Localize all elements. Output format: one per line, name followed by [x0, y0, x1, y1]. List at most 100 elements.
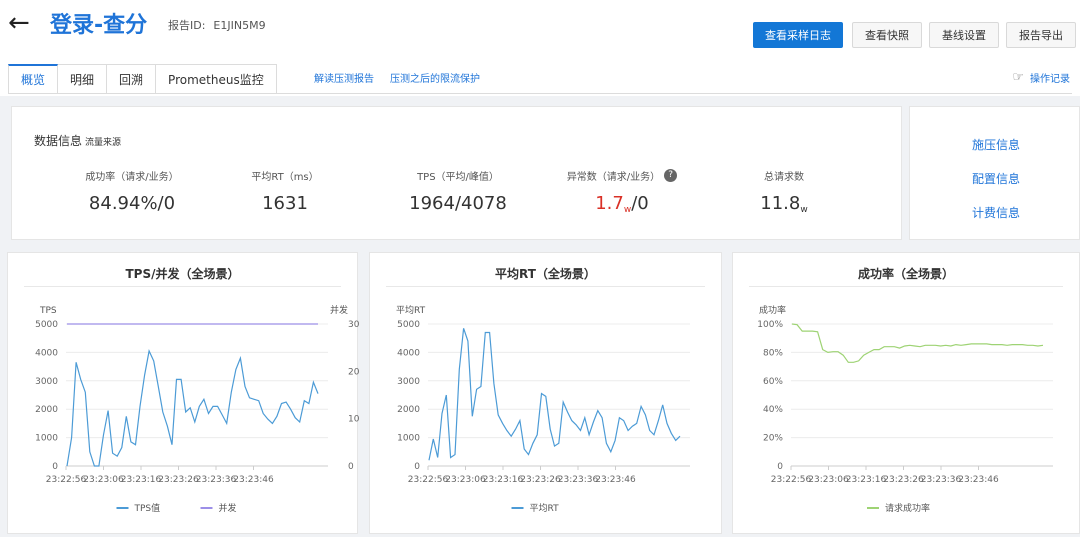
summary-panel: 数据信息 流量来源 成功率（请求/业务） 84.94%/0 平均RT（ms） 16…: [11, 106, 902, 240]
page-title: 登录-查分: [50, 13, 148, 38]
y2-tick-label: 3000: [348, 320, 359, 330]
top-header: ← 登录-查分 报告ID: E1JIN5M9 查看采样日志 查看快照 基线设置 报…: [0, 0, 1080, 96]
tps-chart-panel: TPS/并发（全场景） 010002000300040005000TPS0100…: [7, 252, 359, 534]
rt-chart: 0 1000 2000 3000 4000 5000 平均RT 23:22:5623:23:0…: [396, 304, 690, 514]
tps-value: 1964/4078: [409, 193, 507, 214]
view-sampling-log-button[interactable]: 查看采样日志: [753, 22, 843, 48]
export-report-button[interactable]: 报告导出: [1006, 22, 1076, 48]
tab-trace-back[interactable]: 回溯: [107, 64, 157, 94]
x-tick-label: 23:23:26: [883, 475, 924, 485]
y2-tick-label: 2000: [348, 367, 359, 377]
back-arrow-icon[interactable]: ←: [8, 8, 30, 38]
error-count-main: 1.7: [595, 193, 624, 214]
x-tick-label: 23:23:26: [158, 475, 199, 485]
tab-details[interactable]: 明细: [58, 64, 108, 94]
tab-overview[interactable]: 概览: [8, 64, 59, 94]
x-tick-label: 23:23:06: [808, 475, 849, 485]
series-line-1: [428, 328, 681, 461]
report-id: 报告ID: E1JIN5M9: [168, 17, 266, 33]
y-tick-label: 2000: [35, 405, 58, 415]
y2-tick-label: 1000: [348, 415, 359, 425]
summary-subtitle: 流量来源: [85, 138, 122, 148]
summary-title-text: 数据信息: [34, 134, 83, 148]
x-tick-label: 23:22:56: [46, 475, 87, 485]
y-tick-label: 5000: [35, 320, 58, 330]
error-count-label-row: 异常数（请求/业务） ?: [542, 167, 702, 183]
interpret-report-link[interactable]: 解读压测报告: [314, 70, 374, 85]
y-tick-label: 4000: [397, 348, 420, 358]
x-tick-label: 23:23:06: [445, 475, 486, 485]
y-tick-label: 80%: [763, 348, 783, 358]
error-count-value: 1.7w/0: [542, 193, 702, 215]
operation-log-label: 操作记录: [1030, 74, 1070, 85]
y-tick-label: 100%: [757, 320, 783, 330]
series-line-1: [791, 323, 1044, 363]
error-count-metric: 异常数（请求/业务） ? 1.7w/0: [542, 167, 702, 215]
total-requests-metric: 总请求数 11.8w: [704, 167, 864, 216]
config-info-link[interactable]: 配置信息: [972, 170, 1020, 187]
y-tick-label: 20%: [763, 434, 783, 444]
error-count-tail: /0: [631, 193, 649, 214]
x-tick-label: 23:23:16: [483, 475, 524, 485]
success-chart-panel: 成功率（全场景） 0 20% 40% 60% 80% 100% 成功率 23:22:56 23:…: [732, 252, 1080, 534]
info-side-panel: 施压信息 配置信息 计费信息: [909, 106, 1080, 240]
total-requests-label: 总请求数: [764, 171, 804, 183]
y-tick-label: 40%: [763, 405, 783, 415]
operation-log-link[interactable]: ☞ 操作记录: [1012, 70, 1070, 85]
total-requests-main: 11.8: [760, 193, 801, 214]
y-tick-label: 0: [777, 462, 783, 472]
view-snapshot-button[interactable]: 查看快照: [852, 22, 922, 48]
y-tick-label: 1000: [35, 434, 58, 444]
y-axis-label: TPS: [39, 306, 57, 316]
report-id-label: 报告ID:: [168, 19, 206, 32]
y2-tick-label: 0: [348, 462, 354, 472]
x-tick-label: 23:23:16: [121, 475, 162, 485]
y2-axis-label: 并发: [330, 304, 348, 316]
rt-chart-panel: 平均RT（全场景） 0 1000 2000 3000 4000 5000 平均RT 23:22…: [369, 252, 722, 534]
avg-rt-value: 1631: [262, 193, 308, 214]
summary-title: 数据信息 流量来源: [34, 132, 121, 149]
baseline-settings-button[interactable]: 基线设置: [929, 22, 999, 48]
success-rate-metric: 成功率（请求/业务） 84.94%/0: [52, 167, 212, 215]
error-count-unit: w: [623, 205, 632, 215]
load-info-link[interactable]: 施压信息: [972, 136, 1020, 153]
y-axis-label: 平均RT: [396, 304, 426, 316]
tps-chart: 010002000300040005000TPS0100020003000并发2…: [35, 304, 359, 514]
throttle-protection-link[interactable]: 压测之后的限流保护: [390, 70, 480, 85]
billing-info-link[interactable]: 计费信息: [972, 204, 1020, 221]
x-tick-label: 23:23:36: [196, 475, 237, 485]
y-tick-label: 5000: [397, 320, 420, 330]
x-tick-label: 23:23:46: [233, 475, 274, 485]
legend-label: TPS值: [134, 502, 161, 514]
x-tick-label: 23:23:06: [83, 475, 124, 485]
avg-rt-metric: 平均RT（ms） 1631: [205, 167, 365, 215]
y-tick-label: 3000: [35, 377, 58, 387]
legend-label: 并发: [219, 502, 237, 514]
x-tick-label: 23:23:46: [958, 475, 999, 485]
y-tick-label: 4000: [35, 348, 58, 358]
help-icon[interactable]: ?: [664, 168, 678, 182]
tab-prometheus[interactable]: Prometheus监控: [156, 64, 277, 94]
legend-label: 平均RT: [530, 502, 560, 514]
tps-metric: TPS（平均/峰值） 1964/4078: [378, 167, 538, 215]
total-requests-unit: w: [800, 205, 808, 215]
y-tick-label: 0: [52, 462, 58, 472]
y-tick-label: 2000: [397, 405, 420, 415]
y-axis-label: 成功率: [759, 304, 786, 316]
legend-label: 请求成功率: [885, 502, 930, 514]
x-tick-label: 23:23:36: [921, 475, 962, 485]
x-tick-label: 23:23:16: [846, 475, 887, 485]
x-tick-label: 23:23:36: [558, 475, 599, 485]
success-chart: 020%40%60%80%100%成功率23:22:5623:23:0623:2…: [757, 304, 1053, 514]
report-id-value: E1JIN5M9: [213, 19, 266, 32]
tab-bar: 概览 明细 回溯 Prometheus监控: [8, 64, 277, 94]
y-tick-label: 60%: [763, 377, 783, 387]
x-tick-label: 23:23:26: [520, 475, 561, 485]
y-tick-label: 0: [414, 462, 420, 472]
error-count-label: 异常数（请求/业务）: [566, 171, 661, 183]
total-requests-value: 11.8w: [704, 193, 864, 215]
x-tick-label: 23:22:56: [408, 475, 449, 485]
pointing-hand-icon: ☞: [1012, 70, 1024, 85]
x-tick-label: 23:23:46: [595, 475, 636, 485]
series-line-1: [66, 349, 319, 467]
